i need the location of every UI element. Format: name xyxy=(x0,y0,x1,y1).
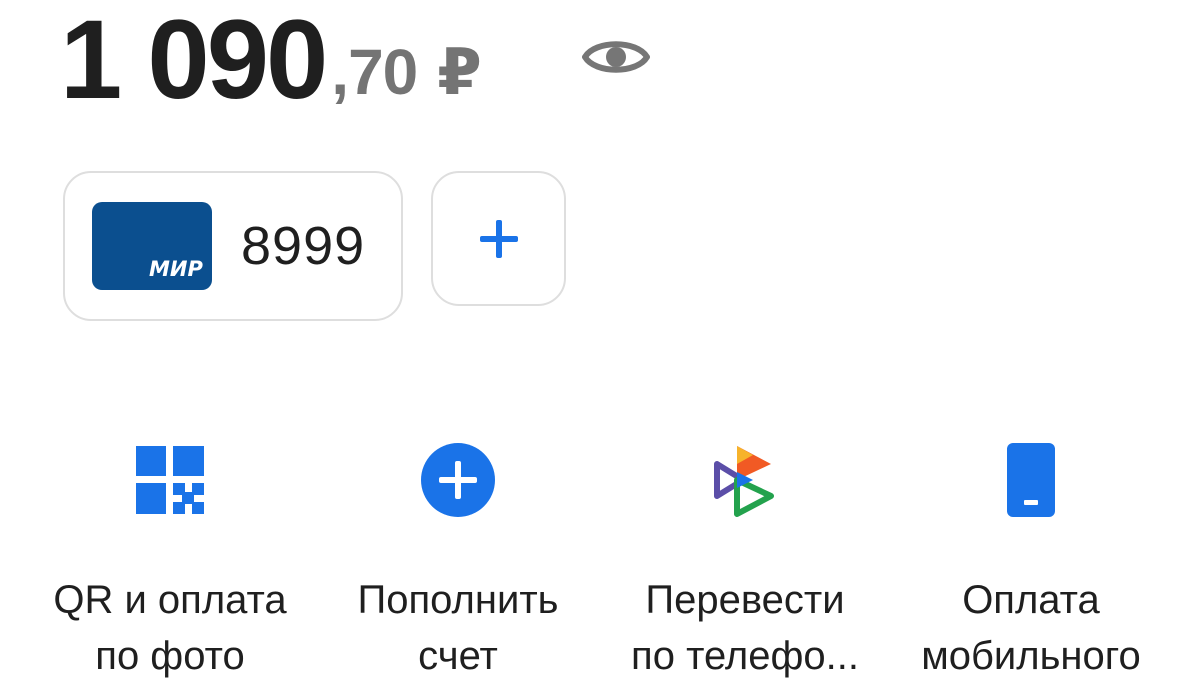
action-mobile-payment[interactable]: Оплата мобильного xyxy=(886,430,1176,684)
action-label-line2: по фото xyxy=(95,634,245,678)
action-top-up[interactable]: Пополнить счет xyxy=(313,430,603,684)
sbp-icon xyxy=(695,430,795,530)
mir-card-icon: МИР xyxy=(92,202,212,290)
action-label: QR и оплата по фото xyxy=(25,572,315,684)
card-chip[interactable]: МИР 8999 xyxy=(63,171,403,321)
toggle-balance-visibility-button[interactable] xyxy=(578,24,654,90)
qr-icon xyxy=(120,430,220,530)
balance-currency: ₽ xyxy=(437,36,482,108)
balance-fraction: ,70 xyxy=(331,36,418,108)
action-label: Перевести по телефо... xyxy=(600,572,890,684)
balance: 1 090 ,70 ₽ xyxy=(60,0,482,120)
action-label-line2: счет xyxy=(418,634,498,678)
action-label-line2: по телефо... xyxy=(631,634,859,678)
action-label-line1: Перевести xyxy=(645,578,845,622)
action-transfer-by-phone[interactable]: Перевести по телефо... xyxy=(600,430,890,684)
action-label: Пополнить счет xyxy=(313,572,603,684)
action-label-line2: мобильного xyxy=(921,634,1141,678)
eye-icon xyxy=(582,41,650,73)
card-last4: 8999 xyxy=(241,216,366,276)
plus-circle-icon xyxy=(408,430,508,530)
action-label-line1: QR и оплата xyxy=(53,578,287,622)
balance-integer: 1 090 xyxy=(60,0,328,122)
action-qr-payment[interactable]: QR и оплата по фото xyxy=(25,430,315,684)
phone-icon xyxy=(981,430,1081,530)
mir-logo: МИР xyxy=(149,257,203,281)
action-label-line1: Пополнить xyxy=(357,578,559,622)
add-card-button[interactable] xyxy=(431,171,566,306)
action-label: Оплата мобильного xyxy=(886,572,1176,684)
plus-icon xyxy=(479,219,518,258)
action-label-line1: Оплата xyxy=(962,578,1100,622)
